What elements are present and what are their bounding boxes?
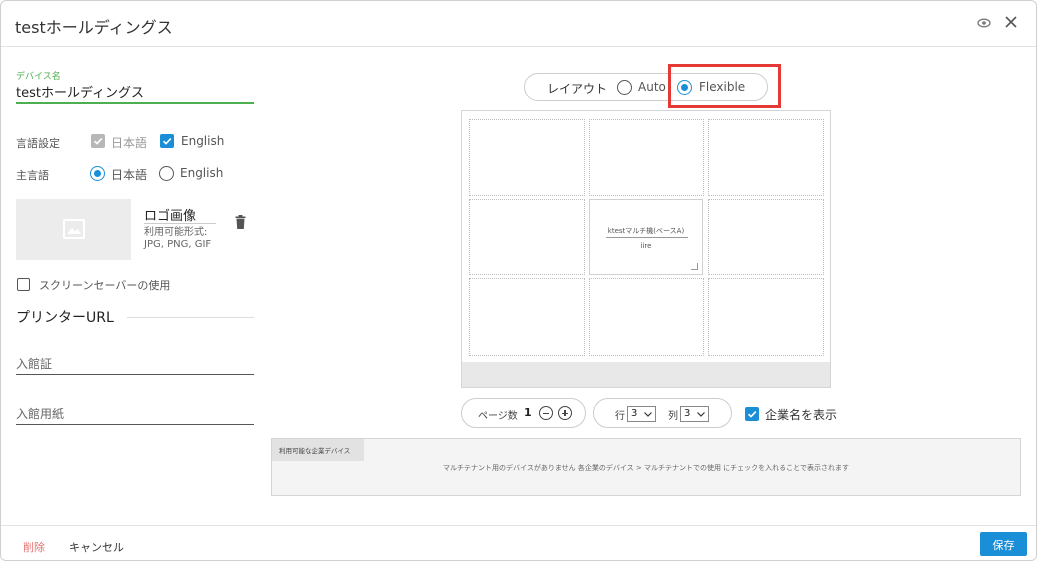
- available-devices-tab[interactable]: 利用可能な企業デバイス: [272, 439, 364, 461]
- grid-footer-bar: [462, 362, 830, 387]
- printer-url-title: プリンターURL: [16, 310, 114, 326]
- checkbox-english-label: English: [181, 134, 225, 148]
- layout-label: レイアウト: [547, 82, 608, 96]
- dialog-title: testホールディングス: [15, 18, 173, 37]
- entry-paper-url-field[interactable]: 入館用紙: [16, 403, 254, 425]
- checkbox-show-company-name[interactable]: [745, 407, 759, 421]
- available-devices-tab-label: 利用可能な企業デバイス: [279, 447, 351, 455]
- cancel-button[interactable]: キャンセル: [69, 539, 124, 555]
- eye-icon[interactable]: [977, 18, 991, 28]
- row-select[interactable]: 3: [627, 406, 656, 422]
- image-icon: [63, 219, 85, 239]
- checkbox-japanese[interactable]: [91, 134, 105, 148]
- logo-preview[interactable]: [16, 199, 131, 260]
- radio-main-english[interactable]: [159, 166, 174, 181]
- check-icon: [747, 411, 757, 418]
- show-company-name-label: 企業名を表示: [765, 408, 838, 422]
- grid-cell[interactable]: [708, 278, 824, 356]
- column-label: 列: [668, 411, 678, 422]
- screensaver-label: スクリーンセーバーの使用: [39, 279, 171, 292]
- radio-layout-auto-label: Auto: [638, 80, 666, 94]
- resize-handle[interactable]: [691, 263, 698, 270]
- row-column-control: 行 3 列 3: [593, 398, 732, 428]
- device-name-input[interactable]: testホールディングス: [16, 82, 144, 101]
- highlight-annotation: [668, 64, 781, 108]
- grid-cell[interactable]: [708, 119, 824, 196]
- dialog-footer: 削除 キャンセル 保存: [1, 525, 1036, 560]
- check-icon: [162, 138, 172, 145]
- grid-cell[interactable]: [469, 278, 585, 356]
- entry-pass-url-field[interactable]: 入館証: [16, 353, 254, 375]
- logo-title-divider: [144, 223, 216, 224]
- checkbox-english[interactable]: [160, 134, 174, 148]
- page-count-label: ページ数: [478, 411, 518, 422]
- device-card-title: ktestマルチ機(ベースA): [607, 227, 685, 235]
- device-edit-dialog: testホールディングス デバイス名 testホールディングス 言語設定 日本語…: [0, 0, 1037, 561]
- language-setting-label: 言語設定: [16, 137, 60, 150]
- minus-circle-icon[interactable]: [539, 406, 553, 420]
- entry-pass-url-placeholder: 入館証: [16, 357, 53, 371]
- chevron-down-icon: [697, 412, 705, 417]
- entry-paper-url-placeholder: 入館用紙: [16, 407, 65, 421]
- device-card-subtitle: iire: [640, 242, 652, 250]
- save-button-label: 保存: [992, 539, 1015, 552]
- plus-circle-icon[interactable]: [558, 406, 572, 420]
- radio-layout-auto[interactable]: [617, 80, 632, 95]
- row-select-value: 3: [631, 408, 638, 419]
- page-count-value: 1: [524, 406, 532, 419]
- close-icon[interactable]: [1004, 15, 1018, 29]
- layout-grid-panel: ktestマルチ機(ベースA) iire: [461, 110, 831, 388]
- delete-button[interactable]: 削除: [23, 539, 45, 555]
- grid-cell[interactable]: [589, 278, 704, 356]
- logo-formats-label: 利用可能形式:: [144, 227, 208, 238]
- column-select-value: 3: [684, 408, 691, 419]
- dialog-header: testホールディングス: [1, 1, 1036, 47]
- checkbox-japanese-label: 日本語: [111, 136, 148, 150]
- trash-icon[interactable]: [235, 215, 246, 229]
- available-devices-message: マルチテナント用のデバイスがありません 各企業のデバイス > マルチテナントでの…: [443, 464, 849, 472]
- checkbox-screensaver[interactable]: [17, 278, 30, 291]
- logo-title: ロゴ画像: [144, 209, 197, 224]
- available-devices-panel: 利用可能な企業デバイス マルチテナント用のデバイスがありません 各企業のデバイス…: [271, 438, 1021, 496]
- radio-main-japanese[interactable]: [90, 166, 105, 181]
- grid-cell[interactable]: [589, 119, 704, 196]
- chevron-down-icon: [644, 412, 652, 417]
- device-card-divider: [606, 237, 688, 238]
- radio-main-english-label: English: [180, 166, 224, 180]
- column-select[interactable]: 3: [680, 406, 709, 422]
- check-icon: [93, 138, 103, 145]
- grid-cell[interactable]: [708, 199, 824, 275]
- radio-main-japanese-label: 日本語: [111, 168, 148, 182]
- row-label: 行: [615, 411, 625, 422]
- page-count-control: ページ数 1: [461, 398, 586, 428]
- logo-formats-list: JPG, PNG, GIF: [144, 239, 212, 250]
- device-card[interactable]: ktestマルチ機(ベースA) iire: [589, 199, 703, 275]
- save-button[interactable]: 保存: [980, 532, 1027, 556]
- grid-cell[interactable]: [469, 119, 585, 196]
- device-name-label: デバイス名: [16, 72, 61, 82]
- grid-cell[interactable]: [469, 199, 585, 275]
- device-name-underline: [16, 102, 254, 104]
- logo-formats: 利用可能形式: JPG, PNG, GIF: [144, 227, 224, 251]
- main-language-label: 主言語: [16, 169, 49, 182]
- printer-url-divider: [127, 317, 254, 318]
